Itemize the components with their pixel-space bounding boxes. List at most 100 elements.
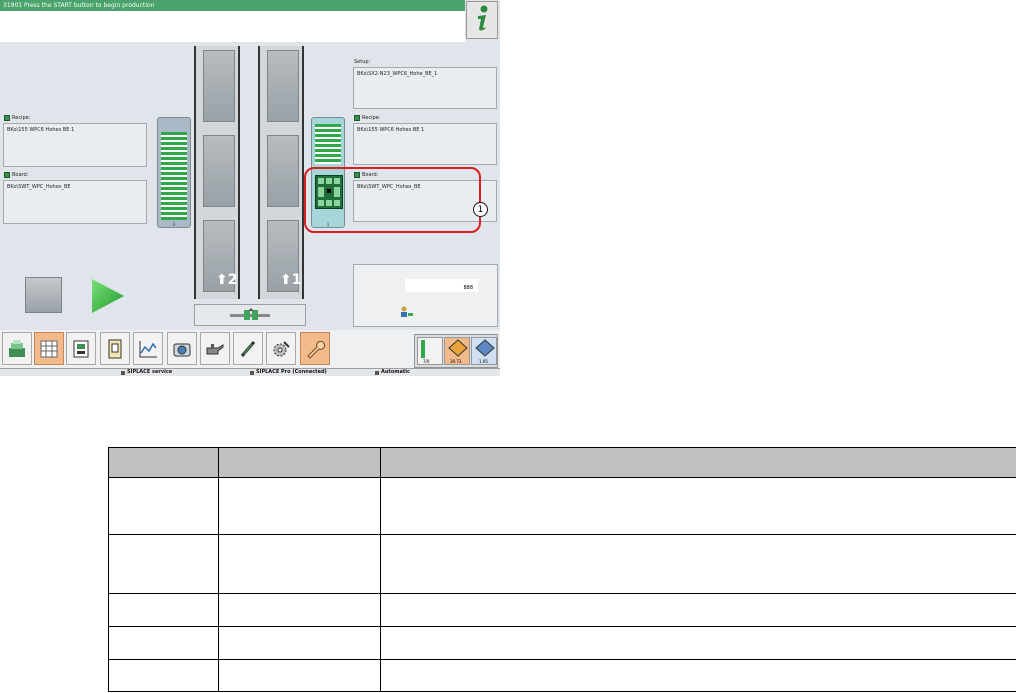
- left-conveyor-pcb: [161, 132, 187, 220]
- legend-header-cell: [108, 447, 219, 478]
- legend-cell: [218, 477, 381, 535]
- gear-icon: [273, 340, 290, 356]
- recipe-icon: [4, 115, 10, 121]
- toolbar-button-oil-can[interactable]: [200, 332, 230, 365]
- info-panel-value: 888: [463, 285, 473, 291]
- left-board-label: Board:: [4, 172, 28, 178]
- start-button[interactable]: [88, 277, 126, 315]
- gantry-2-column: ⬆2: [194, 46, 240, 299]
- status-service[interactable]: SIPLACE service: [121, 369, 172, 376]
- mode-icon: [375, 370, 379, 375]
- setup-label: Setup:: [354, 59, 371, 65]
- toolbar-button-camera[interactable]: [167, 332, 197, 365]
- status-bar: SIPLACE service SIPLACE Pro (Connected) …: [0, 368, 500, 376]
- right-recipe-field[interactable]: BKo\155 WPC6 Hohes BE 1: [353, 123, 497, 165]
- toolbar-button-wrench[interactable]: [300, 332, 330, 365]
- left-conveyor-number: 3: [172, 222, 176, 227]
- nozzle-icon: [240, 340, 256, 357]
- play-icon: [92, 279, 124, 313]
- callout-number: 1: [473, 202, 488, 217]
- message-bar: 31901 Press the START button to begin pr…: [0, 0, 465, 11]
- production-icon: [9, 339, 25, 357]
- legend-row: [108, 626, 1016, 660]
- stop-button[interactable]: [25, 277, 62, 313]
- board-icon: [4, 172, 10, 178]
- legend-cell: [108, 626, 219, 660]
- gantry-1-slot-1[interactable]: [267, 50, 299, 122]
- legend-cell: [108, 477, 219, 535]
- camera-icon: [173, 343, 191, 356]
- oil-can-icon: [206, 343, 224, 354]
- left-recipe-label: Recipe:: [4, 115, 30, 121]
- siplace-station-screen: 31901 Press the START button to begin pr…: [0, 0, 500, 376]
- setup-field[interactable]: BKo\SX2-N23_WPC6_Hohe_BE_1: [353, 67, 497, 109]
- wrench-icon: [307, 340, 326, 359]
- callout-highlight: [304, 167, 481, 233]
- status-tile-rate-value: 39.73: [450, 359, 462, 364]
- legend-cell: [218, 626, 381, 660]
- toolbar-button-statistics[interactable]: [133, 332, 163, 365]
- status-tile-pcb[interactable]: 7/0: [417, 337, 443, 365]
- legend-row: [108, 659, 1016, 692]
- conveyor-transfer-button[interactable]: [194, 304, 306, 326]
- pcb-status-icon: [421, 340, 425, 358]
- toolbar-button-component[interactable]: [66, 332, 96, 365]
- left-board-field[interactable]: BKo\SWT_WPC_Hohes_BE: [3, 180, 147, 224]
- info-value-box: 888: [405, 279, 478, 292]
- right-recipe-label: Recipe:: [354, 115, 380, 121]
- status-tile-cycle[interactable]: 1.95: [471, 337, 497, 365]
- service-icon: [121, 370, 125, 375]
- status-siplace-pro[interactable]: SIPLACE Pro (Connected): [250, 369, 327, 376]
- toolbar-button-nozzle[interactable]: [233, 332, 263, 365]
- cycle-icon: [475, 339, 495, 357]
- status-mode[interactable]: Automatic: [375, 369, 410, 376]
- info-button[interactable]: [466, 1, 498, 39]
- connection-icon: [250, 370, 254, 375]
- document-icon: [108, 339, 122, 358]
- legend-row: [108, 534, 1016, 594]
- legend-cell: [380, 593, 1016, 627]
- main-toolbar: 7/0 39.73 1.95: [0, 330, 500, 368]
- legend-cell: [380, 626, 1016, 660]
- legend-cell: [380, 477, 1016, 535]
- status-tiles: 7/0 39.73 1.95: [414, 334, 498, 368]
- legend-cell: [108, 534, 219, 594]
- toolbar-button-document[interactable]: [100, 332, 130, 365]
- toolbar-button-production[interactable]: [2, 332, 32, 365]
- placement-rate-icon: [448, 339, 468, 357]
- gantry-1-slot-2[interactable]: [267, 135, 299, 207]
- legend-cell: [218, 659, 381, 692]
- component-icon: [73, 340, 89, 357]
- gantry-2-number: ⬆2: [216, 272, 238, 288]
- status-tile-rate[interactable]: 39.73: [444, 337, 470, 365]
- status-tile-pcb-value: 7/0: [423, 359, 430, 364]
- conveyor-transfer-icon: [230, 308, 270, 320]
- legend-cell: [218, 593, 381, 627]
- legend-header-row: [108, 447, 1016, 478]
- legend-cell: [218, 534, 381, 594]
- gantry-2-slot-1[interactable]: [203, 50, 235, 122]
- left-conveyor[interactable]: 3: [157, 117, 191, 228]
- operator-icon: [399, 303, 413, 317]
- legend-cell: [380, 659, 1016, 692]
- legend-table: [108, 447, 1016, 692]
- legend-header-cell: [218, 447, 381, 478]
- gantry-2-slot-3[interactable]: ⬆2: [203, 220, 238, 292]
- placement-list-icon: [40, 340, 58, 357]
- status-tile-cycle-value: 1.95: [479, 359, 488, 364]
- right-conveyor-pcb-upper: [315, 124, 341, 164]
- legend-cell: [108, 659, 219, 692]
- legend-cell: [380, 534, 1016, 594]
- legend-row: [108, 477, 1016, 535]
- legend-cell: [108, 593, 219, 627]
- legend-header-cell: [380, 447, 1016, 478]
- recipe-icon: [354, 115, 360, 121]
- gantry-1-column: ⬆1: [258, 46, 304, 299]
- gantry-2-slot-2[interactable]: [203, 135, 235, 207]
- toolbar-button-gear[interactable]: [266, 332, 296, 365]
- left-recipe-field[interactable]: BKo\155 WPC6 Hohes BE 1: [3, 123, 147, 167]
- toolbar-button-placement-list[interactable]: [34, 332, 64, 365]
- gantry-1-slot-3[interactable]: ⬆1: [267, 220, 301, 292]
- statistics-icon: [139, 340, 157, 357]
- info-icon: [471, 4, 493, 36]
